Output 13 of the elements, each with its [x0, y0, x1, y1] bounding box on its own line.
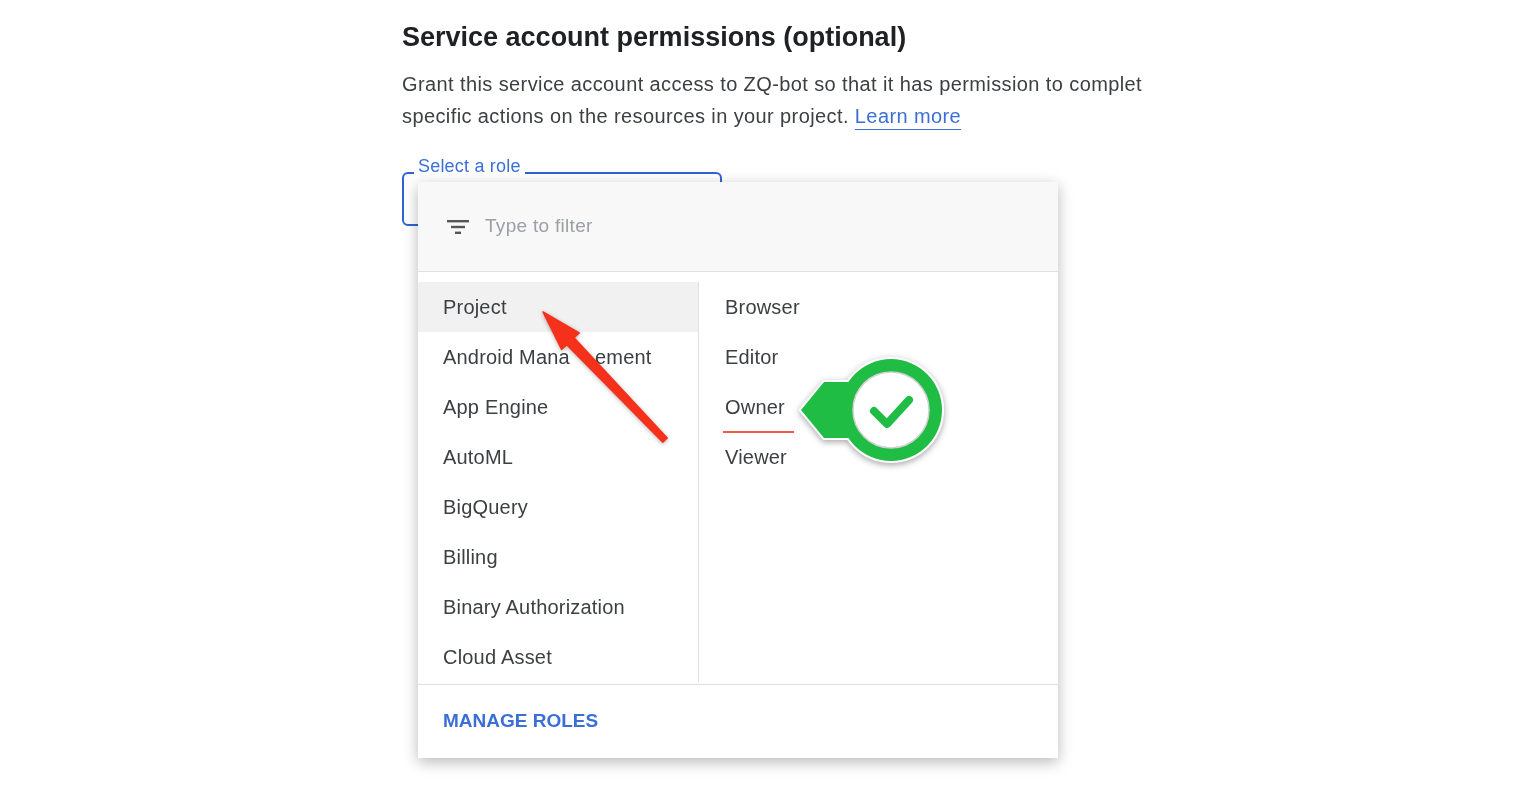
learn-more-link[interactable]: Learn more: [854, 105, 962, 127]
filter-field[interactable]: Type to filter: [418, 182, 1058, 272]
role-category-option[interactable]: Project: [418, 282, 698, 332]
section-heading: Service account permissions (optional): [402, 21, 908, 53]
role-option[interactable]: Viewer: [699, 432, 1058, 482]
filter-input[interactable]: Type to filter: [485, 212, 1038, 241]
role-option[interactable]: Browser: [699, 282, 1058, 332]
role-option[interactable]: Editor: [699, 332, 1058, 382]
manage-roles-button[interactable]: MANAGE ROLES: [443, 707, 599, 736]
description-text: Grant this service account access to ZQ-bot so that it has permission to complet specific actions on the resources in your project. Learn more: [402, 72, 1144, 129]
role-option[interactable]: Owner: [699, 382, 1058, 432]
field-label: Select a role: [414, 156, 525, 176]
filter-icon: [447, 219, 469, 234]
